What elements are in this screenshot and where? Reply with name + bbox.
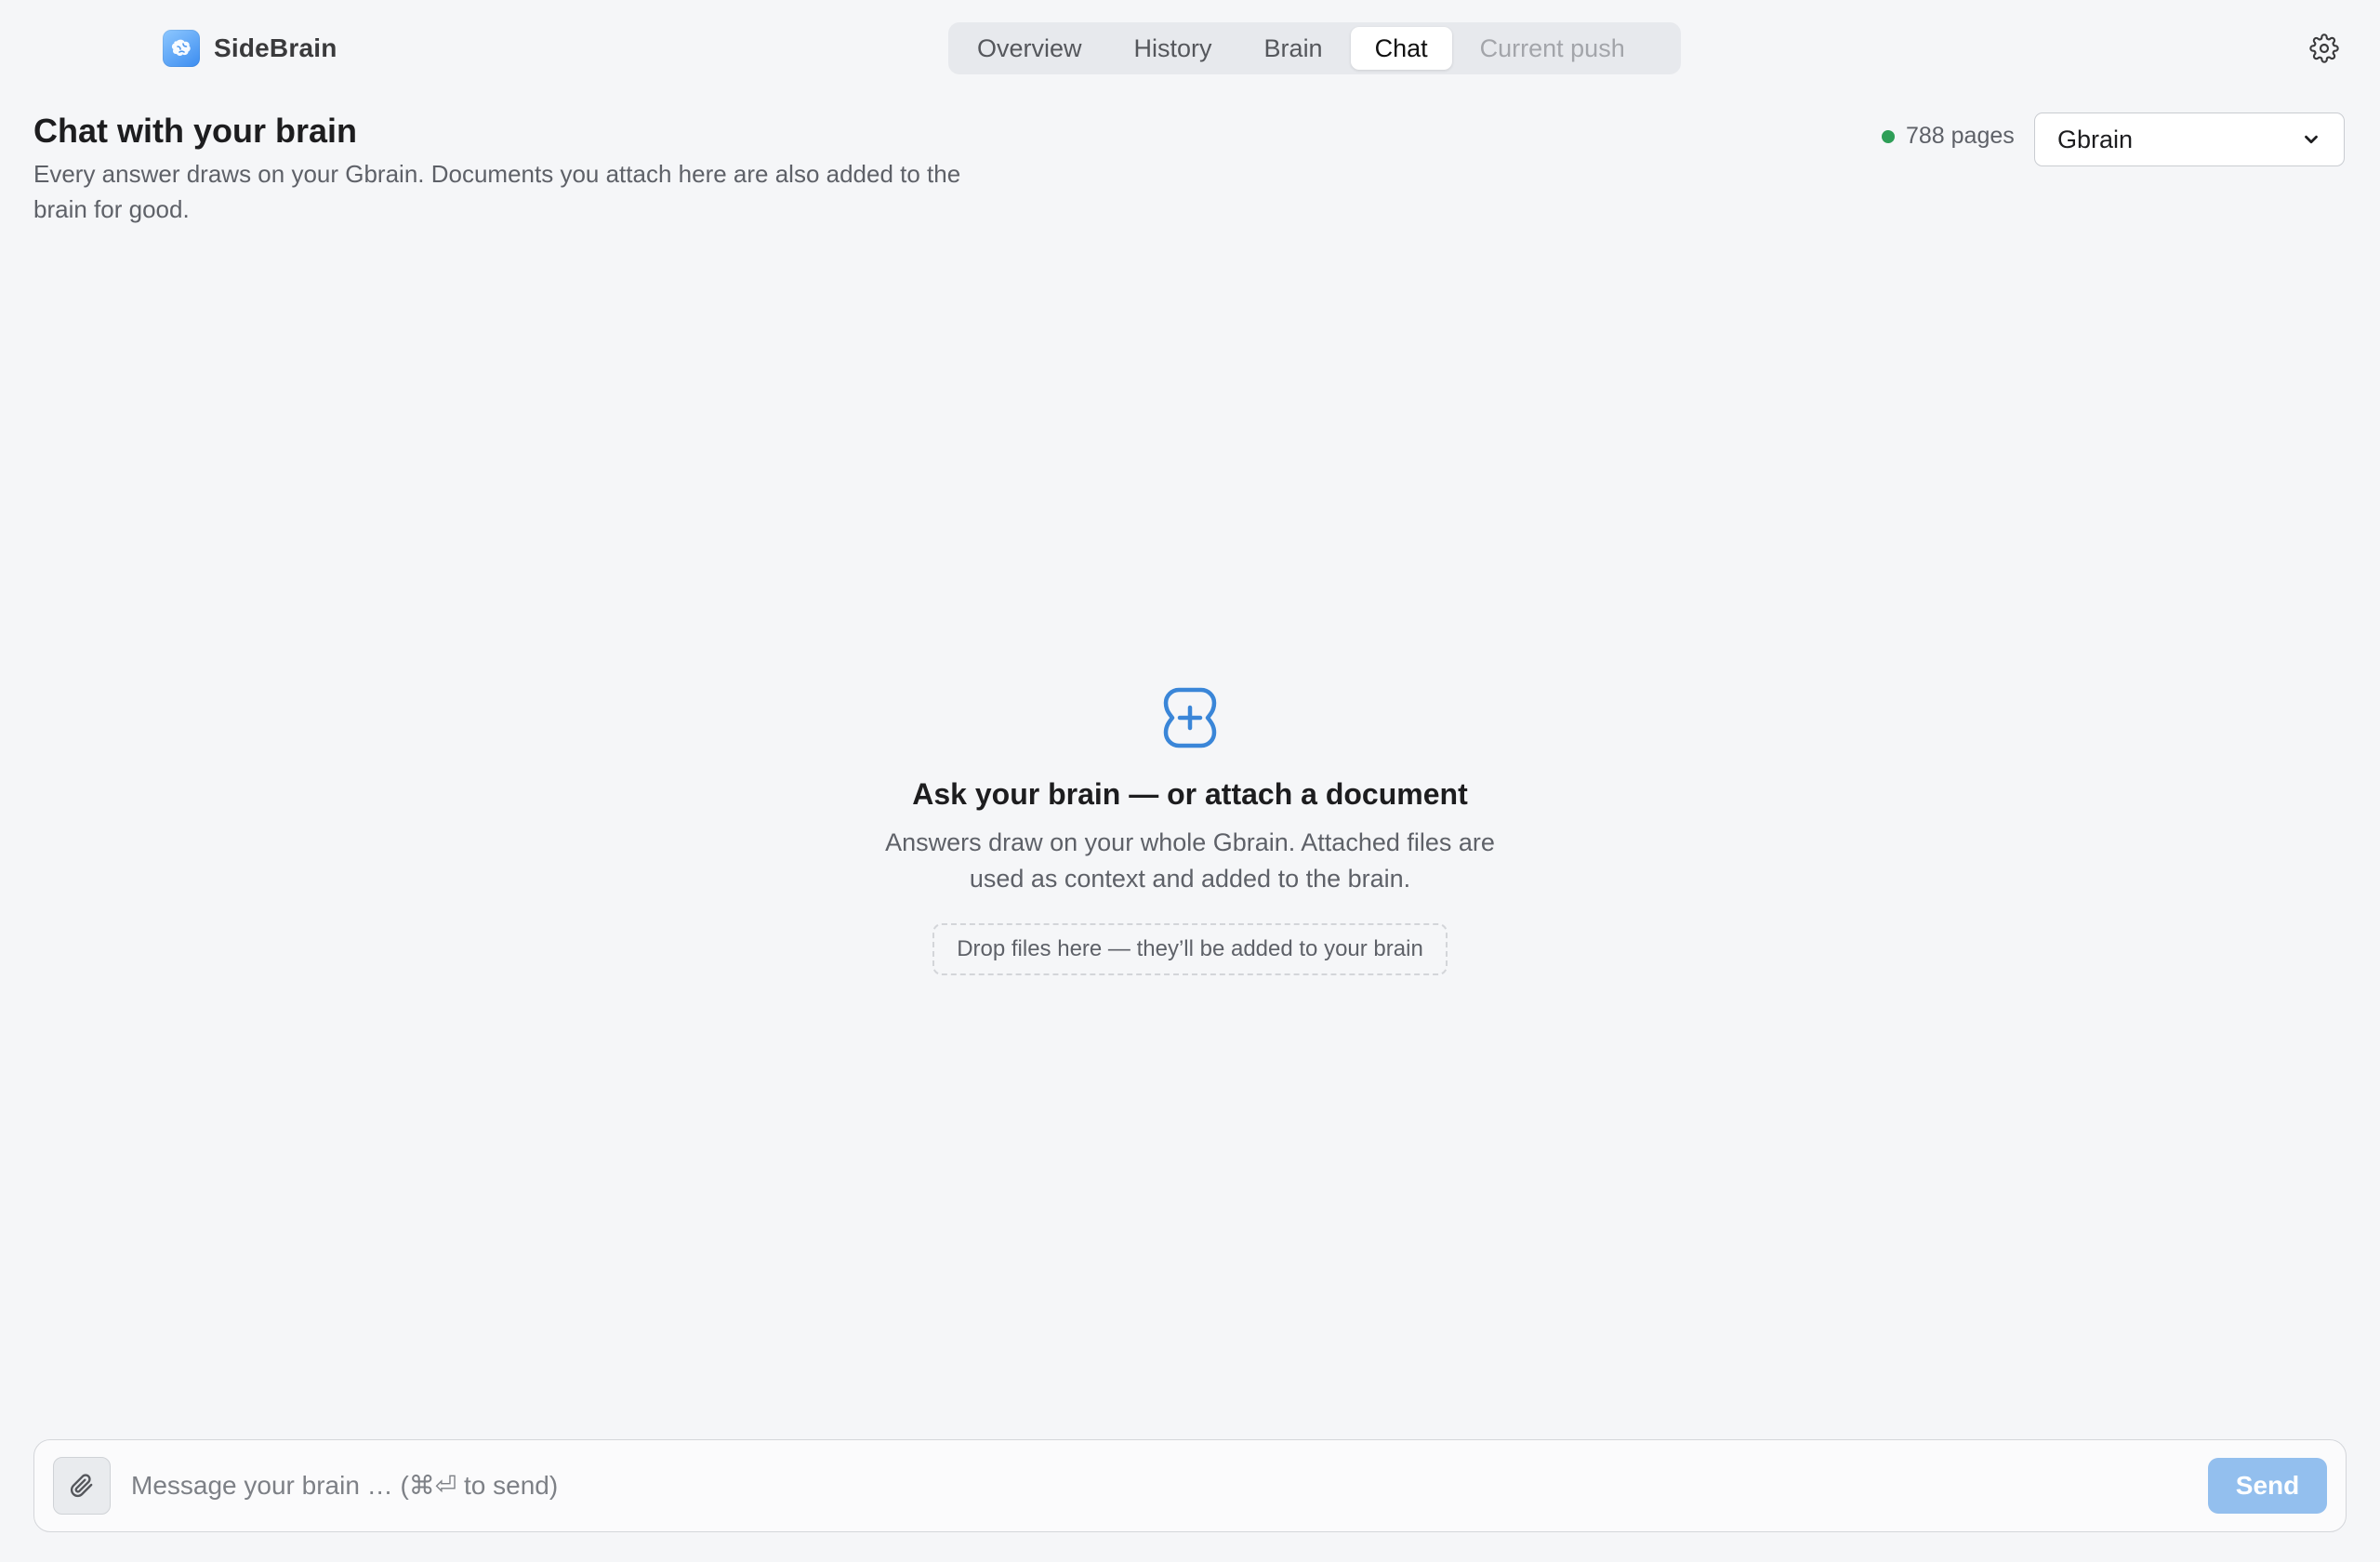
empty-state-description: Answers draw on your whole Gbrain. Attac… — [885, 828, 1495, 893]
empty-state-title: Ask your brain — or attach a document — [912, 777, 1468, 811]
brain-plus-icon — [1163, 687, 1217, 748]
brain-select-value: Gbrain — [2057, 125, 2134, 153]
app-window: SideBrain Overview History Brain Chat Cu… — [0, 0, 2380, 1562]
file-dropzone[interactable]: Drop files here — they’ll be added to yo… — [932, 923, 1448, 975]
attach-button[interactable] — [53, 1457, 111, 1515]
brain-logo-icon — [163, 30, 200, 67]
page-count: 788 pages — [1906, 123, 2015, 149]
settings-button[interactable] — [2309, 33, 2339, 63]
app-name: SideBrain — [214, 33, 337, 62]
brain-select[interactable]: Gbrain — [2034, 113, 2345, 166]
tab-overview[interactable]: Overview — [953, 27, 1106, 70]
status-dot-icon — [1882, 129, 1895, 143]
message-input[interactable] — [131, 1457, 2214, 1515]
main-tabs: Overview History Brain Chat Current push — [948, 22, 1681, 74]
brain-status: 788 pages — [1882, 123, 2015, 150]
top-bar: SideBrain Overview History Brain Chat Cu… — [0, 0, 2380, 97]
send-button[interactable]: Send — [2208, 1458, 2327, 1514]
paperclip-icon — [70, 1474, 93, 1498]
tab-brain[interactable]: Brain — [1240, 27, 1347, 70]
gear-icon — [2309, 33, 2339, 63]
tab-chat[interactable]: Chat — [1350, 27, 1452, 70]
chevron-down-icon — [2305, 135, 2318, 144]
page-title: Chat with your brain — [33, 112, 358, 150]
message-composer: Send — [33, 1439, 2347, 1532]
page-subtitle: Every answer draws on your Gbrain. Docum… — [33, 160, 961, 223]
tab-history[interactable]: History — [1110, 27, 1236, 70]
brand: SideBrain — [163, 28, 337, 69]
empty-state: Ask your brain — or attach a document An… — [725, 684, 1655, 975]
tab-current-push: Current push — [1479, 33, 1625, 62]
